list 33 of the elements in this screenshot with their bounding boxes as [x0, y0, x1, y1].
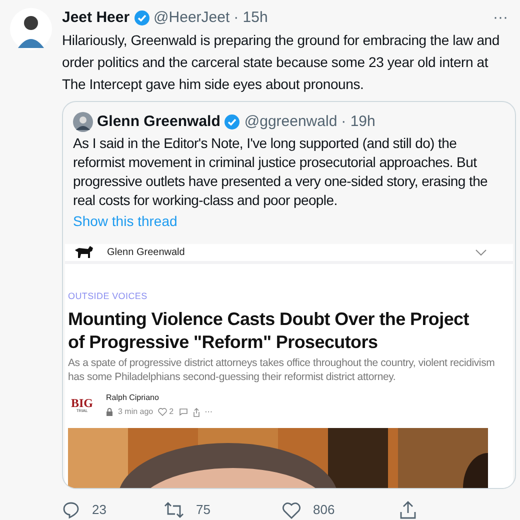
retweet-icon[interactable]: [164, 502, 184, 518]
action-count: 23: [92, 501, 106, 520]
author-name[interactable]: Ralph Cipriano: [106, 392, 213, 404]
article-embed[interactable]: [65, 244, 513, 488]
avatar-icon[interactable]: [10, 8, 52, 50]
heart-icon[interactable]: [282, 502, 301, 518]
action-count: 806: [313, 501, 335, 520]
share-icon[interactable]: [192, 408, 200, 416]
like-count: 2: [169, 406, 174, 418]
comment-icon[interactable]: [178, 408, 188, 416]
quoted-tweet-card[interactable]: [62, 101, 516, 489]
author-name[interactable]: Jeet Heer: [62, 8, 130, 28]
quoted-tweet-text: As I said in the Editor's Note, I've long supported (and still do) the reformist movement in criminal justice prosecutorial approaches. But progressive outlets have presented a very one-sided story, erasing the real costs for working-class and poor people.: [73, 134, 489, 210]
author-handle: @ggreenwald: [244, 112, 338, 132]
author-name: Glenn Greenwald: [97, 112, 220, 132]
heart-icon[interactable]: [158, 408, 168, 416]
avatar-icon: [73, 112, 93, 132]
reply-icon[interactable]: [62, 501, 80, 519]
post-time: 3 min ago: [118, 406, 154, 418]
author-handle[interactable]: @HeerJeet: [154, 8, 230, 28]
share-icon[interactable]: [400, 501, 416, 519]
more-button[interactable]: ···: [204, 406, 213, 418]
article-subtitle: As a spate of progressive district attorneys takes office throughout the country, violent recidivism has some Philadelphians second-guessing their reformist district attorney.: [68, 357, 496, 384]
more-button[interactable]: ···: [493, 8, 512, 28]
publication-name[interactable]: Glenn Greenwald: [107, 244, 185, 260]
chevron-down-icon[interactable]: [475, 248, 487, 256]
lock-icon: [106, 408, 113, 416]
tweet-time: · 19h: [341, 112, 376, 132]
action-count: 75: [196, 501, 210, 520]
tweet-time[interactable]: · 15h: [234, 8, 268, 28]
tweet-text: Hilariously, Greenwald is preparing the ground for embracing the law and order politics and the carceral state because some 23 year old intern at The Intercept gave him side eyes about pronouns.: [62, 31, 500, 94]
dog-icon: [75, 246, 93, 258]
article-headline[interactable]: Mounting Violence Casts Doubt Over the Project of Progressive "Reform" Prosecutors: [68, 308, 510, 354]
